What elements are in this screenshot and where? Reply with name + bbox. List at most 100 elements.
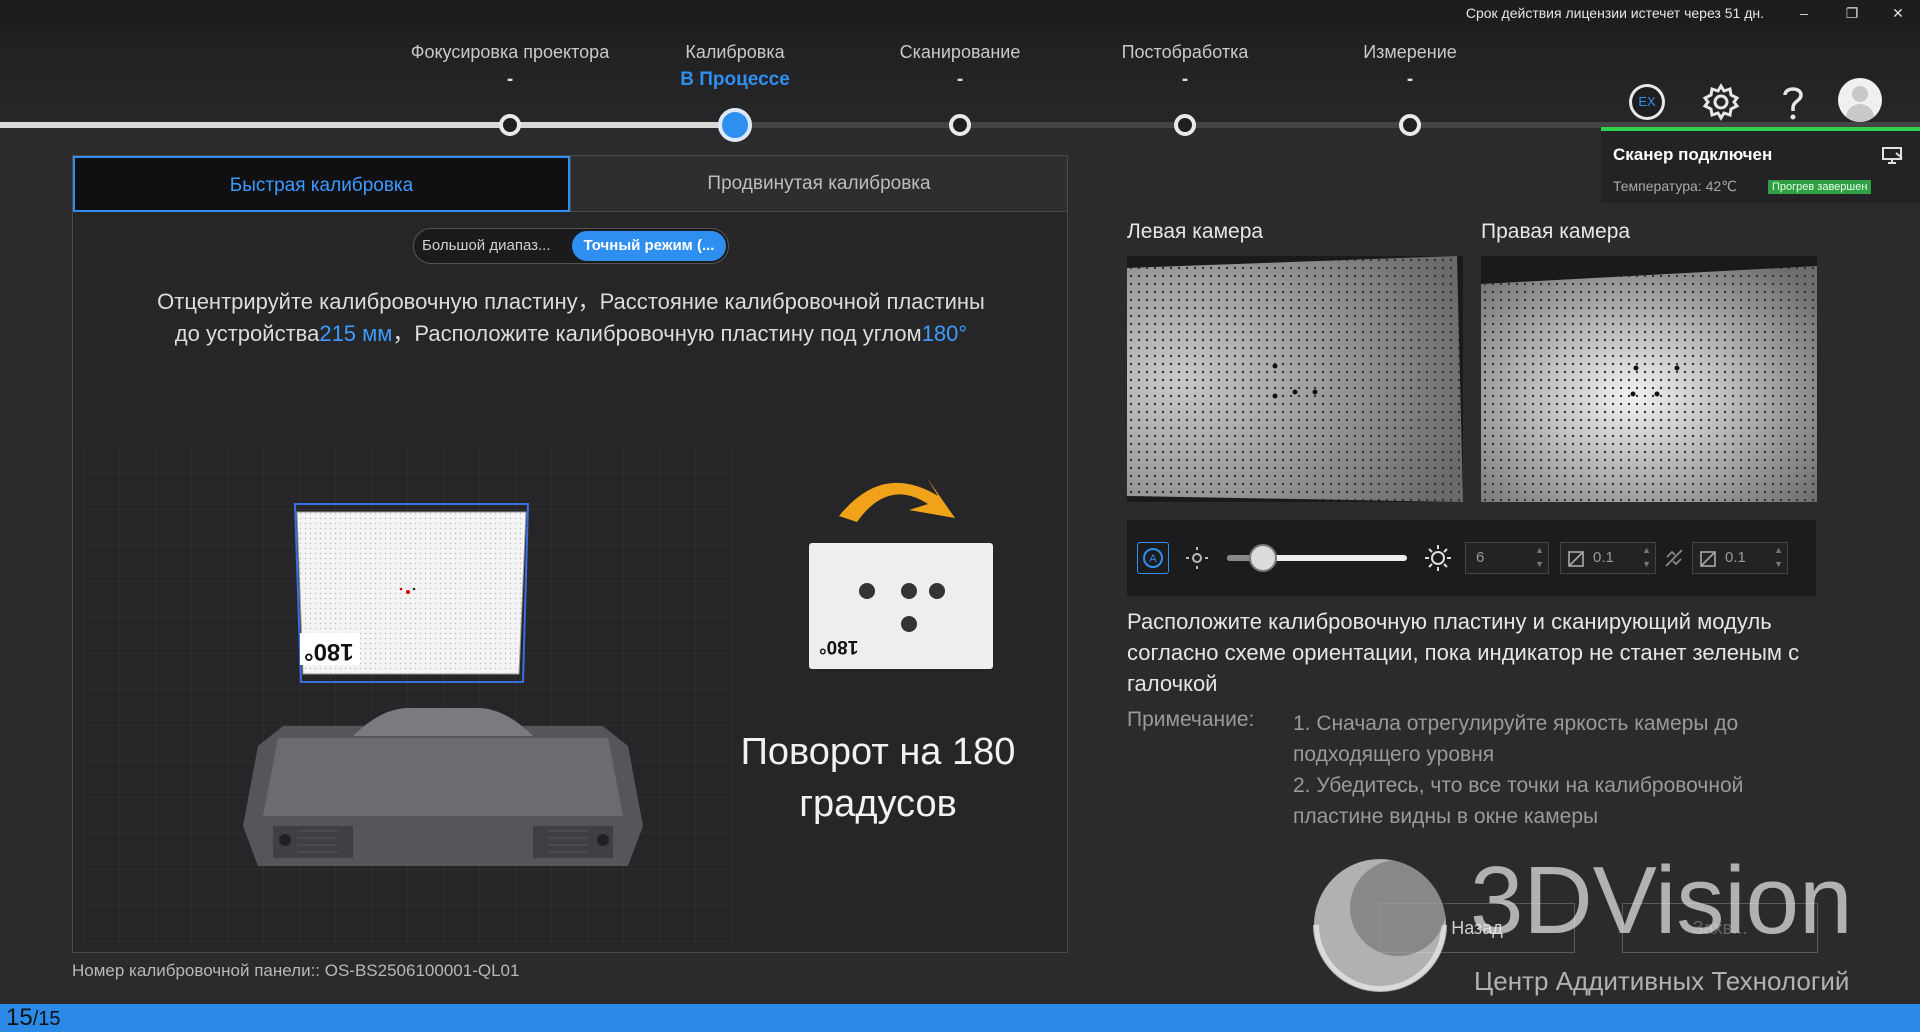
right-camera-label: Правая камера	[1481, 220, 1631, 243]
current-page: 15	[6, 1004, 33, 1031]
plate-angle-label: 180°	[304, 638, 354, 665]
spin-up-icon[interactable]: ▲	[1642, 545, 1651, 555]
note-item-1: 1. Сначала отрегулируйте яркость камеры …	[1293, 712, 1739, 766]
right-exposure-icon	[1700, 551, 1716, 567]
spin-down-icon[interactable]: ▼	[1774, 559, 1783, 569]
step-calibration[interactable]: Калибровка В Процессе	[615, 42, 855, 91]
plate-orientation-card: 180°	[809, 543, 993, 669]
step-node-1[interactable]	[499, 114, 521, 136]
brightness-slider-handle[interactable]	[1249, 544, 1277, 572]
left-exposure-value: 0.1	[1593, 549, 1614, 566]
step-node-3[interactable]	[949, 114, 971, 136]
left-camera-view	[1127, 256, 1463, 502]
brightness-low-icon	[1186, 547, 1208, 569]
spin-up-icon[interactable]: ▲	[1774, 545, 1783, 555]
workflow-header: Фокусировка проектора - Калибровка В Про…	[0, 26, 1920, 124]
spin-up-icon[interactable]: ▲	[1535, 545, 1544, 555]
left-exposure-icon	[1568, 551, 1584, 567]
step-status: -	[956, 69, 964, 90]
camera-control-bar: A 6 ▲ ▼ 0.1 ▲ ▼ 0.1 ▲ ▼	[1127, 520, 1816, 596]
instruction-text: до устройства	[174, 321, 320, 346]
step-label: Сканирование	[899, 42, 1021, 62]
right-camera-view	[1481, 256, 1817, 502]
angle-value: 180°	[921, 321, 968, 346]
step-status: -	[506, 69, 514, 90]
left-exposure-input[interactable]: 0.1 ▲ ▼	[1560, 542, 1656, 574]
instruction-text: ，Расположите калибровочную пластину под …	[392, 321, 922, 346]
step-postprocessing[interactable]: Постобработка -	[1065, 42, 1305, 91]
spin-down-icon[interactable]: ▼	[1642, 559, 1651, 569]
plate-dot	[901, 583, 917, 599]
rotate-arrow-icon	[839, 478, 955, 522]
tab-quick-calibration[interactable]: Быстрая калибровка	[73, 156, 570, 212]
license-notice: Срок действия лицензии истечет через 51 …	[1465, 5, 1764, 21]
orientation-instruction: Расположите калибровочную пластину и ска…	[1127, 609, 1800, 696]
right-exposure-value: 0.1	[1725, 549, 1746, 566]
help-icon[interactable]	[1771, 80, 1815, 124]
distance-value: 215 мм	[319, 321, 393, 346]
plate-dot	[929, 583, 945, 599]
brightness-input[interactable]: 6 ▲ ▼	[1465, 542, 1549, 574]
model-icon[interactable]: EX	[1625, 80, 1669, 124]
right-exposure-input[interactable]: 0.1 ▲ ▼	[1692, 542, 1788, 574]
step-label: Фокусировка проектора	[410, 42, 610, 62]
instruction-line-1: Отцентрируйте калибровочную пластину，Рас…	[157, 289, 985, 314]
bottom-status-bar: 15/15	[0, 1004, 1920, 1032]
scanner-screen-icon[interactable]	[1882, 147, 1904, 165]
auto-icon: A	[1143, 548, 1163, 568]
brightness-high-icon	[1425, 545, 1451, 571]
step-status: -	[1406, 69, 1414, 90]
capture-button[interactable]: Захв...	[1622, 903, 1818, 953]
total-pages: /15	[32, 1008, 61, 1030]
step-label: Постобработка	[1121, 42, 1249, 62]
3d-viewport: 180°	[83, 446, 733, 942]
note-body: 1. Сначала отрегулируйте яркость камеры …	[1293, 708, 1833, 832]
rotation-instruction: Поворот на 180 градусов	[713, 726, 1043, 830]
card-angle-label: 180°	[819, 636, 859, 657]
step-node-5[interactable]	[1399, 114, 1421, 136]
plate-dot	[901, 616, 917, 632]
warmup-complete-badge: Прогрев завершен	[1768, 180, 1872, 194]
note-item-2: 2. Убедитесь, что все точки на калиброво…	[1293, 774, 1744, 828]
step-node-4[interactable]	[1174, 114, 1196, 136]
note-label: Примечание:	[1127, 708, 1255, 731]
instruction-line-2: до устройства215 мм，Расположите калибров…	[73, 318, 1069, 350]
step-label: Измерение	[1363, 42, 1457, 62]
step-measurement[interactable]: Измерение -	[1290, 42, 1530, 91]
auto-exposure-button[interactable]: A	[1137, 542, 1169, 574]
left-camera-label: Левая камера	[1127, 220, 1264, 243]
spin-down-icon[interactable]: ▼	[1535, 559, 1544, 569]
svg-text:A: A	[1149, 553, 1157, 565]
mode-option-precise[interactable]: Точный режим (...	[572, 231, 726, 261]
brand-tagline: Центр Аддитивных Технологий	[1474, 966, 1850, 996]
progress-fill	[0, 122, 735, 128]
step-label: Калибровка	[685, 42, 785, 62]
tab-advanced-calibration[interactable]: Продвинутая калибровка	[570, 156, 1067, 212]
calibration-panel: Быстрая калибровка Продвинутая калибровк…	[72, 155, 1068, 953]
brightness-value: 6	[1476, 549, 1485, 566]
scanner-status-panel: Сканер подключен Температура: 42℃ Прогре…	[1601, 127, 1920, 203]
step-status: В Процессе	[680, 69, 790, 90]
calibration-scene	[243, 503, 643, 866]
minimize-button[interactable]: –	[1784, 2, 1824, 24]
restore-button[interactable]: ❐	[1832, 2, 1872, 24]
step-scanning[interactable]: Сканирование -	[840, 42, 1080, 91]
mode-toggle[interactable]: Большой диапаз... Точный режим (...	[413, 228, 729, 264]
back-button[interactable]: Назад	[1379, 903, 1575, 953]
title-bar: Срок действия лицензии истечет через 51 …	[0, 0, 1920, 26]
mode-option-large-range[interactable]: Большой диапаз...	[422, 237, 551, 254]
close-button[interactable]: ✕	[1878, 2, 1918, 24]
calibration-instruction: Отцентрируйте калибровочную пластину，Рас…	[73, 286, 1069, 350]
scanner-status-title: Сканер подключен	[1613, 145, 1773, 164]
scanner-temperature: Температура: 42℃	[1613, 178, 1737, 194]
step-status: -	[1181, 69, 1189, 90]
rotation-line-2: градусов	[799, 783, 957, 825]
user-avatar[interactable]	[1838, 78, 1882, 122]
step-projector-focus[interactable]: Фокусировка проектора -	[390, 42, 630, 91]
settings-gear-icon[interactable]	[1699, 80, 1743, 124]
plate-dot	[859, 583, 875, 599]
page-counter: 15/15	[6, 1004, 61, 1032]
calibration-panel-number: Номер калибровочной панели:: OS-BS250610…	[72, 961, 520, 980]
unlink-icon[interactable]	[1664, 548, 1684, 568]
step-node-2-active[interactable]	[718, 108, 752, 142]
